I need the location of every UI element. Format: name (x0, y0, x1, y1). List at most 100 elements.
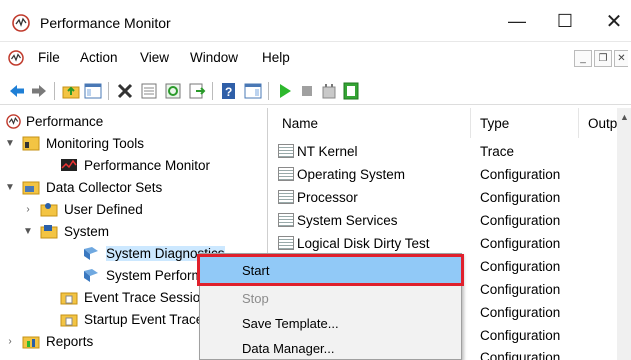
column-header-output[interactable]: Outp (588, 116, 617, 131)
data-collector-set-icon (84, 269, 98, 282)
column-divider[interactable] (470, 108, 471, 138)
trace-provider-icon (278, 144, 294, 158)
close-button[interactable]: ✕ (594, 8, 631, 34)
row-type: Configuration (480, 212, 561, 228)
configuration-icon (278, 236, 294, 250)
tree-node-label: Monitoring Tools (46, 135, 145, 151)
row-type: Configuration (480, 349, 561, 360)
tree-node-label: Data Collector Sets (46, 179, 163, 195)
row-name: Processor (297, 189, 358, 205)
row-type: Configuration (480, 281, 561, 297)
chevron-right-icon[interactable]: › (4, 336, 16, 347)
refresh-icon[interactable] (164, 82, 182, 100)
chevron-right-icon[interactable]: › (22, 204, 34, 215)
collect-data-icon[interactable] (320, 82, 338, 100)
chevron-down-icon[interactable]: ▼ (4, 182, 16, 193)
title-bar: Performance Monitor — ☐ ✕ (0, 0, 631, 42)
startup-event-trace-sessions-icon (60, 314, 78, 327)
show-hide-console-tree-icon[interactable] (84, 82, 102, 100)
properties-icon[interactable] (140, 82, 158, 100)
tree-node-label: User Defined (64, 201, 143, 217)
context-menu-data-manager[interactable]: Data Manager... (200, 335, 461, 360)
tree-node-monitoring-tools[interactable]: ▼ Monitoring Tools (4, 132, 144, 154)
minimize-button[interactable]: — (497, 8, 537, 34)
row-type: Configuration (480, 304, 561, 320)
vertical-scrollbar[interactable]: ▲ (617, 108, 631, 360)
toolbar-separator (54, 82, 55, 100)
row-type: Configuration (480, 235, 561, 251)
help-icon[interactable]: ? (220, 82, 238, 100)
maximize-button[interactable]: ☐ (545, 8, 585, 34)
monitoring-tools-icon (22, 136, 40, 151)
stop-icon[interactable] (298, 82, 316, 100)
menu-action[interactable]: Action (80, 50, 118, 65)
system-menu-icon[interactable] (8, 50, 24, 66)
row-name: Operating System (297, 166, 406, 182)
performance-monitor-chart-icon (61, 159, 77, 171)
mdi-restore-button[interactable]: ❐ (594, 50, 612, 67)
menu-window[interactable]: Window (190, 50, 238, 65)
menu-file[interactable]: File (38, 50, 60, 65)
context-menu: Start Stop Save Template... Data Manager… (197, 253, 464, 360)
tree-node-performance-monitor[interactable]: Performance Monitor (60, 154, 210, 176)
show-hide-action-pane-icon[interactable] (244, 82, 262, 100)
tree-node-event-trace-sessions[interactable]: Event Trace Sessions (60, 286, 215, 308)
scroll-up-arrow-icon[interactable]: ▲ (620, 112, 629, 122)
row-type: Configuration (480, 166, 561, 182)
toolbar-separator (268, 82, 269, 100)
context-menu-save-template[interactable]: Save Template... (200, 310, 461, 336)
list-row[interactable]: NT Kernel (278, 140, 358, 162)
row-type: Configuration (480, 189, 561, 205)
chevron-down-icon[interactable]: ▼ (4, 138, 16, 149)
data-collector-set-icon (84, 247, 98, 260)
column-divider[interactable] (578, 108, 579, 138)
tree-node-user-defined[interactable]: › User Defined (22, 198, 143, 220)
start-icon[interactable] (276, 82, 294, 100)
list-row[interactable]: Operating System (278, 163, 405, 185)
tree-node-label: Reports (46, 333, 94, 349)
list-row[interactable]: System Services (278, 209, 398, 231)
delete-icon[interactable] (116, 82, 134, 100)
window-title: Performance Monitor (40, 15, 171, 31)
row-type: Trace (480, 143, 515, 159)
svg-text:?: ? (225, 85, 232, 99)
row-type: Configuration (480, 327, 561, 343)
configuration-icon (278, 190, 294, 204)
menu-help[interactable]: Help (262, 50, 290, 65)
toolbar: ? (0, 77, 631, 105)
event-trace-sessions-icon (60, 292, 78, 305)
tree-node-label: Performance (26, 113, 104, 129)
menu-view[interactable]: View (140, 50, 169, 65)
back-arrow-icon[interactable] (8, 82, 26, 100)
context-menu-start[interactable]: Start (197, 254, 464, 286)
toolbar-separator (212, 82, 213, 100)
export-list-icon[interactable] (188, 82, 206, 100)
tree-node-data-collector-sets[interactable]: ▼ Data Collector Sets (4, 176, 162, 198)
context-menu-stop[interactable]: Stop (200, 285, 461, 311)
list-row[interactable]: Logical Disk Dirty Test (278, 232, 430, 254)
toolbar-separator (108, 82, 109, 100)
menu-bar: File Action View Window Help _ ❐ ✕ (0, 45, 631, 72)
user-defined-icon (40, 203, 58, 217)
tree-node-reports[interactable]: › Reports (4, 330, 93, 352)
row-name: NT Kernel (297, 143, 358, 159)
column-header-name[interactable]: Name (282, 116, 318, 131)
mdi-minimize-button[interactable]: _ (574, 50, 592, 67)
up-folder-icon[interactable] (62, 82, 80, 100)
tree-node-system[interactable]: ▼ System (22, 220, 109, 242)
configuration-icon (278, 213, 294, 227)
system-folder-icon (40, 225, 58, 239)
tree-node-performance[interactable]: Performance (6, 110, 103, 132)
forward-arrow-icon[interactable] (30, 82, 48, 100)
tree-node-label: System (64, 223, 110, 239)
data-collector-sets-icon (22, 181, 40, 195)
list-row[interactable]: Processor (278, 186, 358, 208)
chevron-down-icon[interactable]: ▼ (22, 226, 34, 237)
row-name: System Services (297, 212, 398, 228)
performance-monitor-app-icon (12, 14, 30, 32)
data-collector-icon[interactable] (342, 82, 360, 100)
performance-icon (6, 113, 21, 129)
column-header-type[interactable]: Type (480, 116, 509, 131)
tree-node-label: Event Trace Sessions (84, 289, 215, 305)
mdi-close-button[interactable]: ✕ (614, 50, 628, 67)
